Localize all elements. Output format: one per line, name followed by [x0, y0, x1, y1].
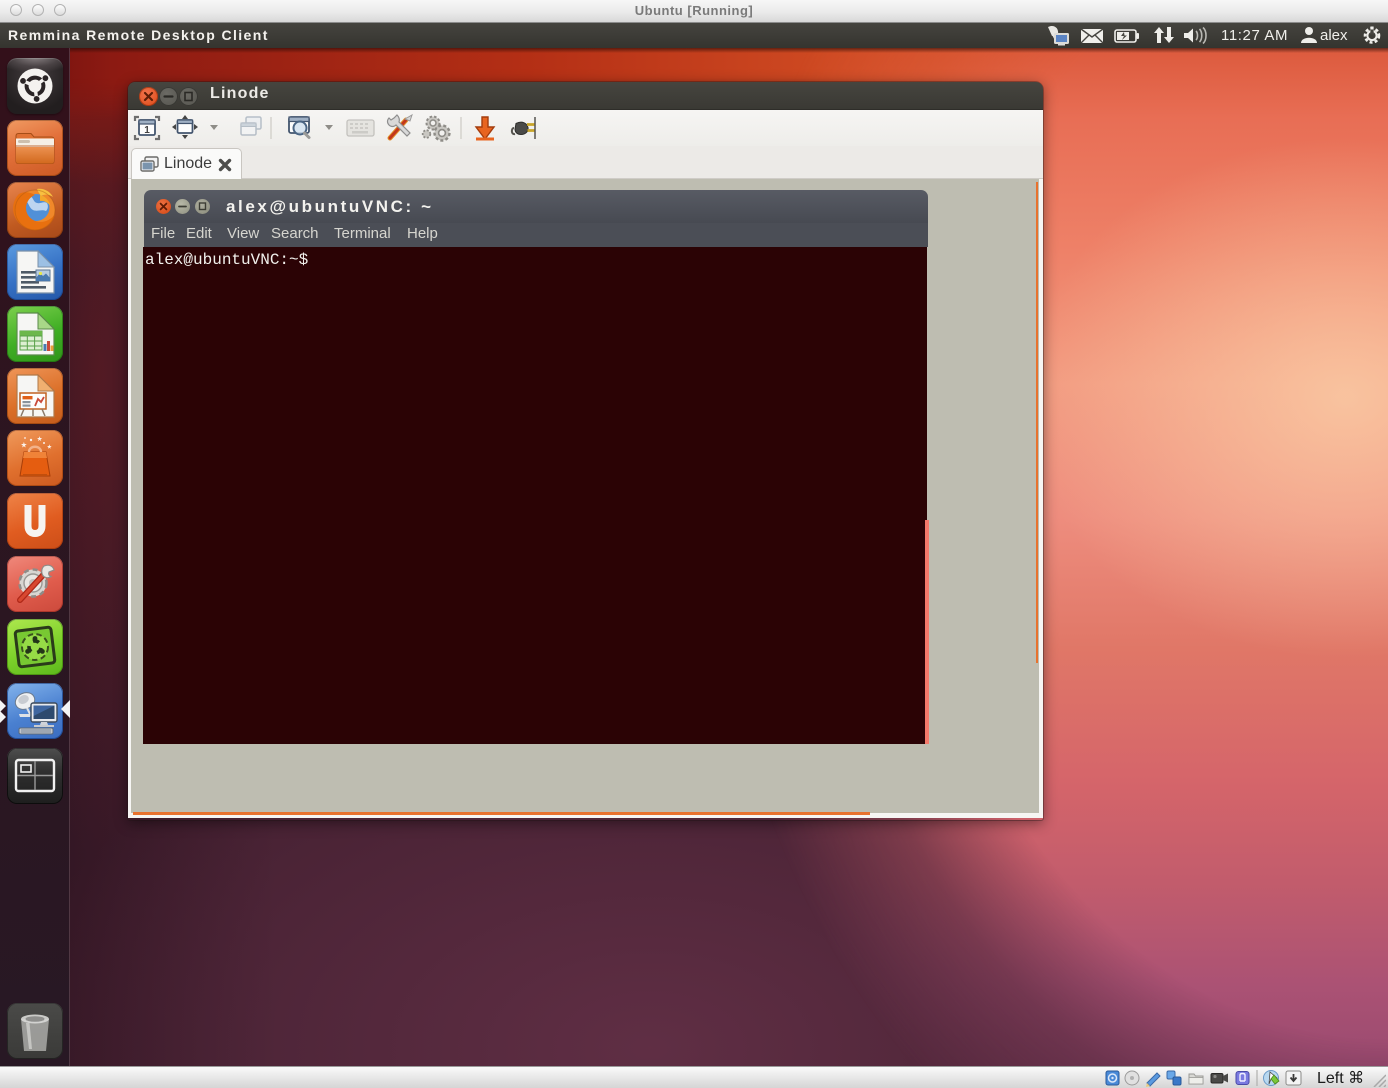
svg-text:1: 1	[144, 125, 150, 136]
